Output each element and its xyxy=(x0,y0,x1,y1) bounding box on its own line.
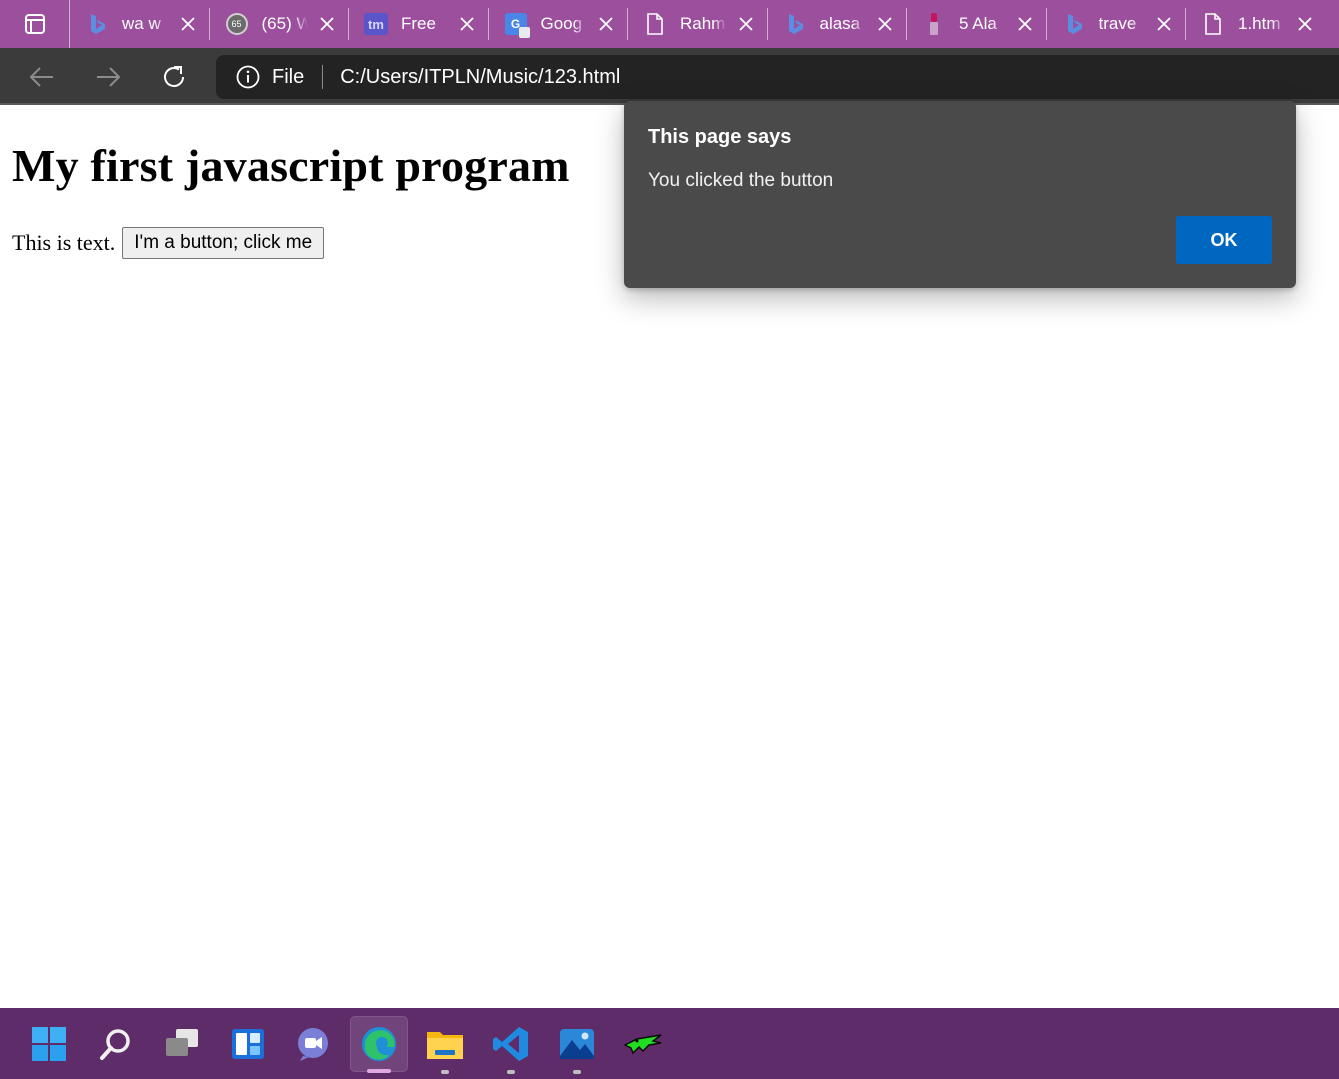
task-view-button[interactable] xyxy=(153,1016,211,1072)
close-icon[interactable] xyxy=(874,13,896,35)
chat-button[interactable] xyxy=(284,1016,342,1072)
crocodile-app-button[interactable] xyxy=(614,1016,672,1072)
close-icon[interactable] xyxy=(177,13,199,35)
forward-button[interactable] xyxy=(91,60,125,94)
windows-start-button[interactable] xyxy=(20,1016,78,1072)
click-me-button[interactable]: I'm a button; click me xyxy=(122,227,325,259)
page-icon xyxy=(1200,11,1226,37)
search-button[interactable] xyxy=(87,1016,145,1072)
tab-title: Goog xyxy=(540,14,583,33)
tab-title: Free xyxy=(401,14,436,33)
close-icon[interactable] xyxy=(456,13,478,35)
dialog-title: This page says xyxy=(648,126,792,148)
tab-8[interactable]: trave xyxy=(1047,8,1186,40)
lipstick-icon xyxy=(921,11,947,37)
arrow-right-icon xyxy=(97,67,121,87)
site-info-label: File xyxy=(272,65,305,88)
bing-icon xyxy=(1061,11,1087,37)
body-text: This is text. xyxy=(12,230,116,255)
tab-7[interactable]: 5 Ala xyxy=(907,8,1047,40)
task-view-icon xyxy=(166,1029,198,1056)
file-explorer-button[interactable] xyxy=(416,1016,474,1074)
vscode-button[interactable] xyxy=(482,1016,540,1074)
close-icon[interactable] xyxy=(735,13,757,35)
photos-icon xyxy=(560,1029,594,1059)
close-icon[interactable] xyxy=(1294,13,1316,35)
widgets-button[interactable] xyxy=(219,1016,277,1072)
tab-title: alasa xyxy=(819,14,861,33)
alert-dialog: This page says You clicked the button OK xyxy=(624,101,1296,288)
tab-5[interactable]: Rahm xyxy=(628,8,768,40)
close-icon[interactable] xyxy=(316,13,338,35)
crocodile-app-icon xyxy=(623,1034,662,1055)
tab-strip: wa w 65 (65) W tm Free G Goog Rahm alasa… xyxy=(0,0,1339,48)
address-bar[interactable]: File C:/Users/ITPLN/Music/123.html xyxy=(216,55,1339,99)
taskbar xyxy=(0,1008,1339,1079)
search-icon xyxy=(100,1029,130,1060)
windows-start-icon xyxy=(32,1027,66,1061)
tab-9[interactable]: 1.htm xyxy=(1186,8,1326,40)
back-button[interactable] xyxy=(25,60,59,94)
ok-button[interactable]: OK xyxy=(1176,216,1272,264)
tab-6[interactable]: alasa xyxy=(768,8,907,40)
tm-icon: tm xyxy=(363,11,389,37)
running-indicator xyxy=(441,1070,449,1074)
file-explorer-icon xyxy=(427,1032,463,1059)
tab-1[interactable]: wa w xyxy=(70,8,210,40)
tab-title: 1.htm xyxy=(1238,14,1281,33)
dialog-message: You clicked the button xyxy=(648,170,834,191)
info-icon xyxy=(236,65,260,89)
page-icon xyxy=(642,11,668,37)
tab-actions-button[interactable] xyxy=(0,0,70,48)
whatsapp-icon: 65 xyxy=(224,11,250,37)
tab-actions-icon xyxy=(24,14,45,34)
divider xyxy=(322,65,324,89)
url-text[interactable]: C:/Users/ITPLN/Music/123.html xyxy=(340,66,620,89)
tab-4[interactable]: G Goog xyxy=(489,8,628,40)
page-heading: My first javascript program xyxy=(12,140,570,191)
vscode-icon xyxy=(493,1027,528,1061)
bing-icon xyxy=(84,11,110,37)
widgets-icon xyxy=(232,1029,264,1059)
running-indicator xyxy=(507,1070,515,1074)
close-icon[interactable] xyxy=(1014,13,1036,35)
edge-icon xyxy=(362,1027,396,1061)
browser-toolbar: File C:/Users/ITPLN/Music/123.html xyxy=(0,48,1339,105)
tab-2[interactable]: 65 (65) W xyxy=(210,8,349,40)
refresh-icon xyxy=(164,66,184,87)
photos-button[interactable] xyxy=(548,1016,606,1074)
tab-title: Rahm xyxy=(680,14,726,33)
tab-3[interactable]: tm Free xyxy=(349,8,489,40)
edge-button[interactable] xyxy=(350,1016,408,1073)
active-indicator xyxy=(367,1069,391,1073)
tab-title: 5 Ala xyxy=(959,14,997,33)
text-line: This is text. I'm a button; click me xyxy=(12,227,325,259)
tab-title: wa w xyxy=(122,14,161,33)
tab-title: (65) W xyxy=(261,14,309,33)
google-translate-icon: G xyxy=(503,11,530,38)
close-icon[interactable] xyxy=(1153,13,1175,35)
chat-icon xyxy=(298,1028,328,1061)
refresh-button[interactable] xyxy=(157,60,191,94)
bing-icon xyxy=(782,11,808,37)
running-indicator xyxy=(573,1070,581,1074)
site-info-button[interactable]: File xyxy=(236,65,304,89)
tab-title: trave xyxy=(1098,14,1137,33)
arrow-left-icon xyxy=(29,67,53,87)
close-icon[interactable] xyxy=(595,13,617,35)
